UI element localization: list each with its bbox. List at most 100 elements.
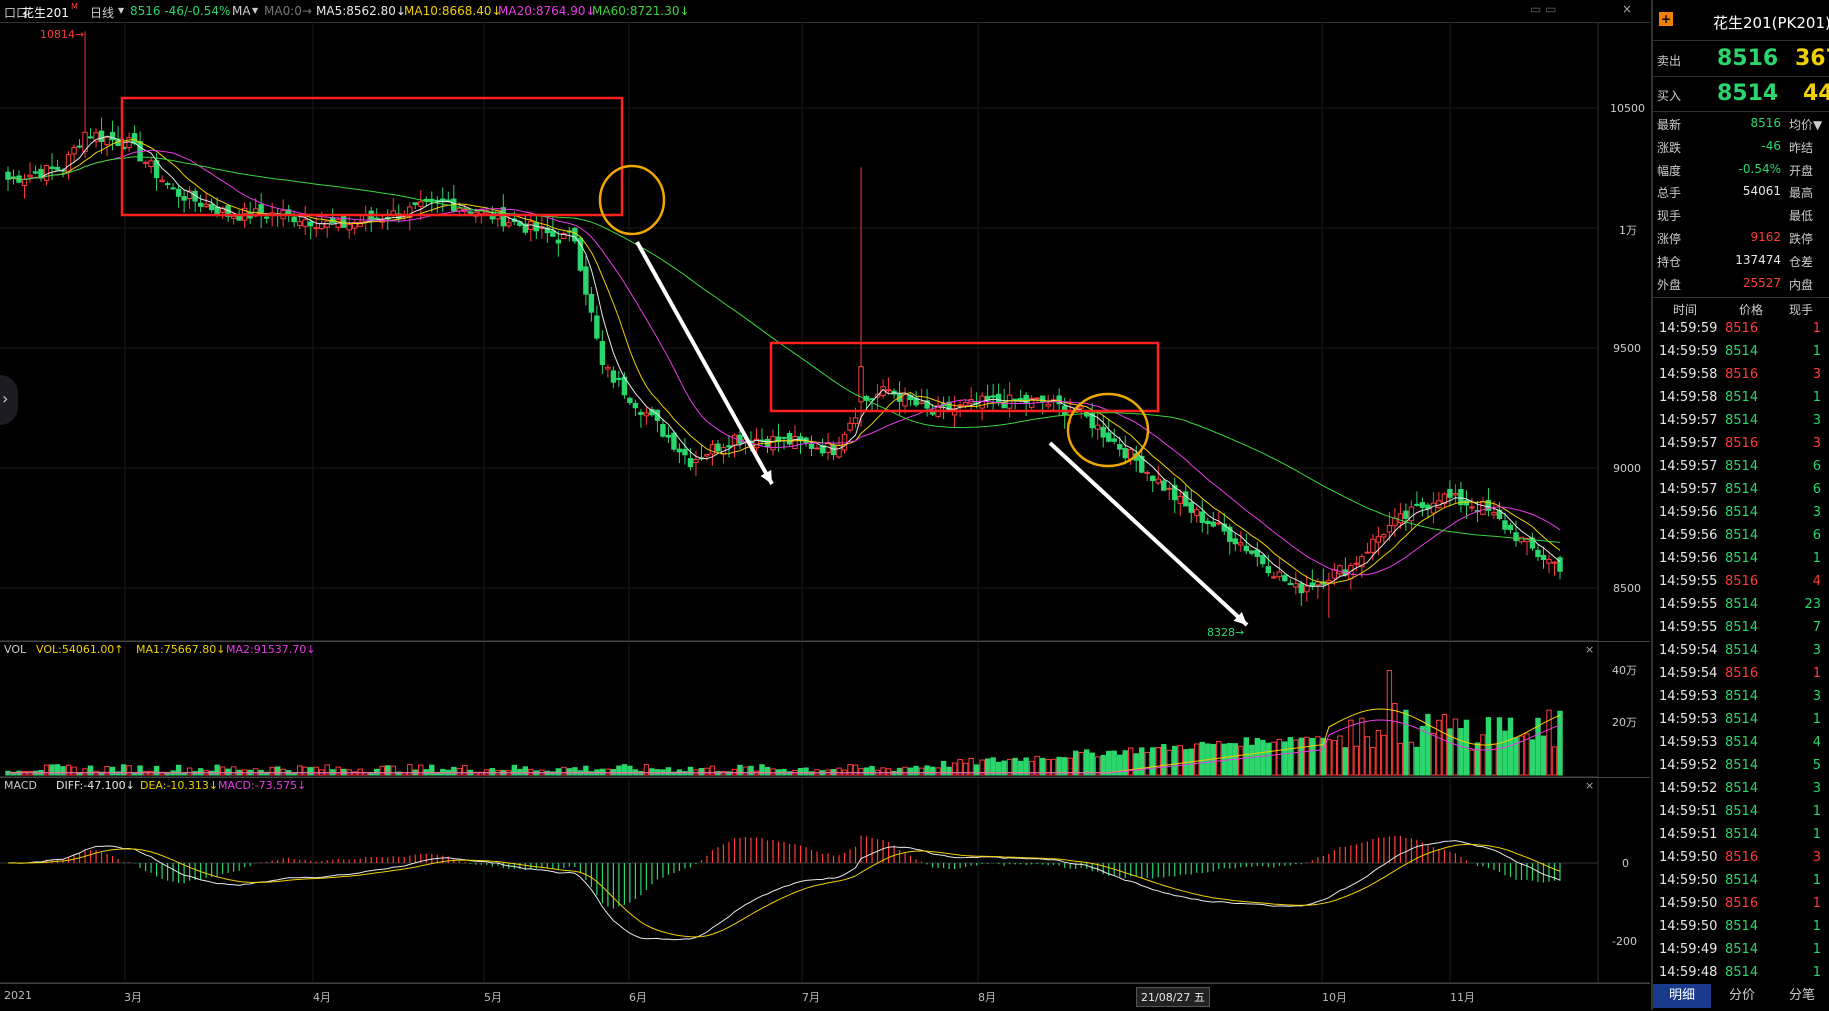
volume-bar: [665, 767, 672, 776]
tick-row[interactable]: 14:59:57 8514 3: [1653, 410, 1829, 433]
candle-body: [1397, 513, 1404, 524]
volume-bar: [896, 767, 903, 776]
tick-price: 8514: [1725, 735, 1759, 750]
macd-indicator-name[interactable]: MACD: [4, 779, 37, 792]
tick-row[interactable]: 14:59:59 8514 1: [1653, 341, 1829, 364]
volume-bar: [1502, 730, 1508, 776]
volume-indicator-name[interactable]: VOL: [4, 643, 26, 656]
tick-time: 14:59:55: [1659, 620, 1718, 635]
tab-tick-by-tick[interactable]: 分笔: [1773, 984, 1829, 1008]
candle-body: [49, 166, 55, 169]
tick-row[interactable]: 14:59:57 8514 6: [1653, 479, 1829, 502]
volume-bar: [1315, 736, 1321, 776]
tick-time: 14:59:53: [1659, 712, 1718, 727]
tick-row[interactable]: 14:59:52 8514 3: [1653, 778, 1829, 801]
tick-row[interactable]: 14:59:55 8514 7: [1653, 617, 1829, 640]
volume-bar: [1370, 747, 1376, 776]
tick-row[interactable]: 14:59:53 8514 4: [1653, 732, 1829, 755]
tick-row[interactable]: 14:59:50 8514 1: [1653, 870, 1829, 893]
tick-row[interactable]: 14:59:56 8514 6: [1653, 525, 1829, 548]
close-icon[interactable]: ×: [1585, 643, 1594, 656]
tick-row[interactable]: 14:59:49 8514 1: [1653, 939, 1829, 962]
volume-bar: [803, 767, 809, 776]
tick-row[interactable]: 14:59:55 8514 23: [1653, 594, 1829, 617]
sell-label: 卖出: [1657, 54, 1682, 68]
close-icon[interactable]: ×: [1585, 779, 1594, 792]
tick-price: 8514: [1725, 528, 1759, 543]
tick-price: 8514: [1725, 781, 1759, 796]
candle-body: [1535, 549, 1541, 558]
tick-time: 14:59:56: [1659, 528, 1718, 543]
candle-body: [1078, 406, 1084, 409]
ma5-line: [7, 135, 1561, 588]
tick-volume: 1: [1812, 873, 1821, 888]
date-label: 5月: [484, 991, 502, 1004]
tick-row[interactable]: 14:59:53 8514 3: [1653, 686, 1829, 709]
volume-bar: [456, 768, 462, 776]
crosshair-date: 21/08/27 五: [1136, 987, 1210, 1007]
volume-bar: [1348, 719, 1354, 776]
candle-body: [1271, 576, 1277, 579]
tick-row[interactable]: 14:59:56 8514 1: [1653, 548, 1829, 571]
tick-row[interactable]: 14:59:58 8516 3: [1653, 364, 1829, 387]
tick-row[interactable]: 14:59:53 8514 1: [1653, 709, 1829, 732]
tick-row[interactable]: 14:59:56 8514 3: [1653, 502, 1829, 525]
volume-bar: [219, 766, 226, 776]
low-marker: 8328→: [1207, 626, 1245, 639]
volume-bar: [918, 767, 925, 776]
tab-detail[interactable]: 明细: [1653, 984, 1711, 1008]
volume-bar: [885, 768, 892, 776]
volume-bar: [1309, 737, 1316, 776]
volume-bar: [1342, 747, 1349, 776]
candle-body: [291, 216, 297, 223]
tick-row[interactable]: 14:59:59 8516 1: [1653, 318, 1829, 341]
tick-row[interactable]: 14:59:50 8516 3: [1653, 847, 1829, 870]
volume-bar: [1199, 741, 1205, 776]
plus-icon[interactable]: +: [1659, 12, 1673, 26]
macd-dea: DEA:-10.313↓: [140, 779, 219, 792]
tick-row[interactable]: 14:59:57 8514 6: [1653, 456, 1829, 479]
buy-price[interactable]: 8514: [1717, 81, 1778, 106]
volume-bar: [599, 768, 606, 776]
volume-bar: [274, 766, 281, 776]
tick-row[interactable]: 14:59:50 8514 1: [1653, 916, 1829, 939]
volume-bar: [1485, 717, 1492, 776]
tick-row[interactable]: 14:59:51 8514 1: [1653, 824, 1829, 847]
candle-body: [1122, 448, 1128, 459]
candle-body: [21, 178, 28, 187]
tick-row[interactable]: 14:59:54 8516 1: [1653, 663, 1829, 686]
tick-time: 14:59:51: [1659, 827, 1718, 842]
price-axis-label: 1万: [1619, 224, 1637, 237]
tick-row[interactable]: 14:59:57 8516 3: [1653, 433, 1829, 456]
tick-volume: 3: [1812, 689, 1821, 704]
tick-row[interactable]: 14:59:54 8514 3: [1653, 640, 1829, 663]
kline-chart[interactable]: [0, 0, 1650, 1010]
tick-row[interactable]: 14:59:52 8514 5: [1653, 755, 1829, 778]
tick-row[interactable]: 14:59:48 8514 1: [1653, 962, 1829, 985]
candle-body: [5, 171, 11, 180]
candle-body: [506, 222, 512, 227]
tick-time: 14:59:51: [1659, 804, 1718, 819]
tick-row[interactable]: 14:59:51 8514 1: [1653, 801, 1829, 824]
tick-row[interactable]: 14:59:50 8516 1: [1653, 893, 1829, 916]
candle-body: [98, 130, 105, 142]
candle-body: [1386, 524, 1393, 533]
tab-price-distribution[interactable]: 分价: [1713, 984, 1771, 1008]
volume-bar: [1452, 718, 1459, 776]
tick-row[interactable]: 14:59:55 8516 4: [1653, 571, 1829, 594]
volume-bar: [153, 765, 160, 776]
date-label: 7月: [802, 991, 820, 1004]
sell-price[interactable]: 8516: [1717, 46, 1778, 71]
tick-row[interactable]: 14:59:58 8514 1: [1653, 387, 1829, 410]
volume-bar: [385, 765, 391, 776]
tick-time: 14:59:59: [1659, 344, 1718, 359]
volume-bar: [1331, 740, 1338, 776]
volume-ma1: MA1:75667.80↓: [136, 643, 226, 656]
date-label: 8月: [978, 991, 996, 1004]
candle-body: [929, 412, 936, 415]
candle-body: [1034, 397, 1040, 400]
tick-volume: 1: [1812, 390, 1821, 405]
volume-bar: [1386, 670, 1393, 776]
tick-price: 8514: [1725, 919, 1759, 934]
volume-bar: [561, 766, 567, 776]
